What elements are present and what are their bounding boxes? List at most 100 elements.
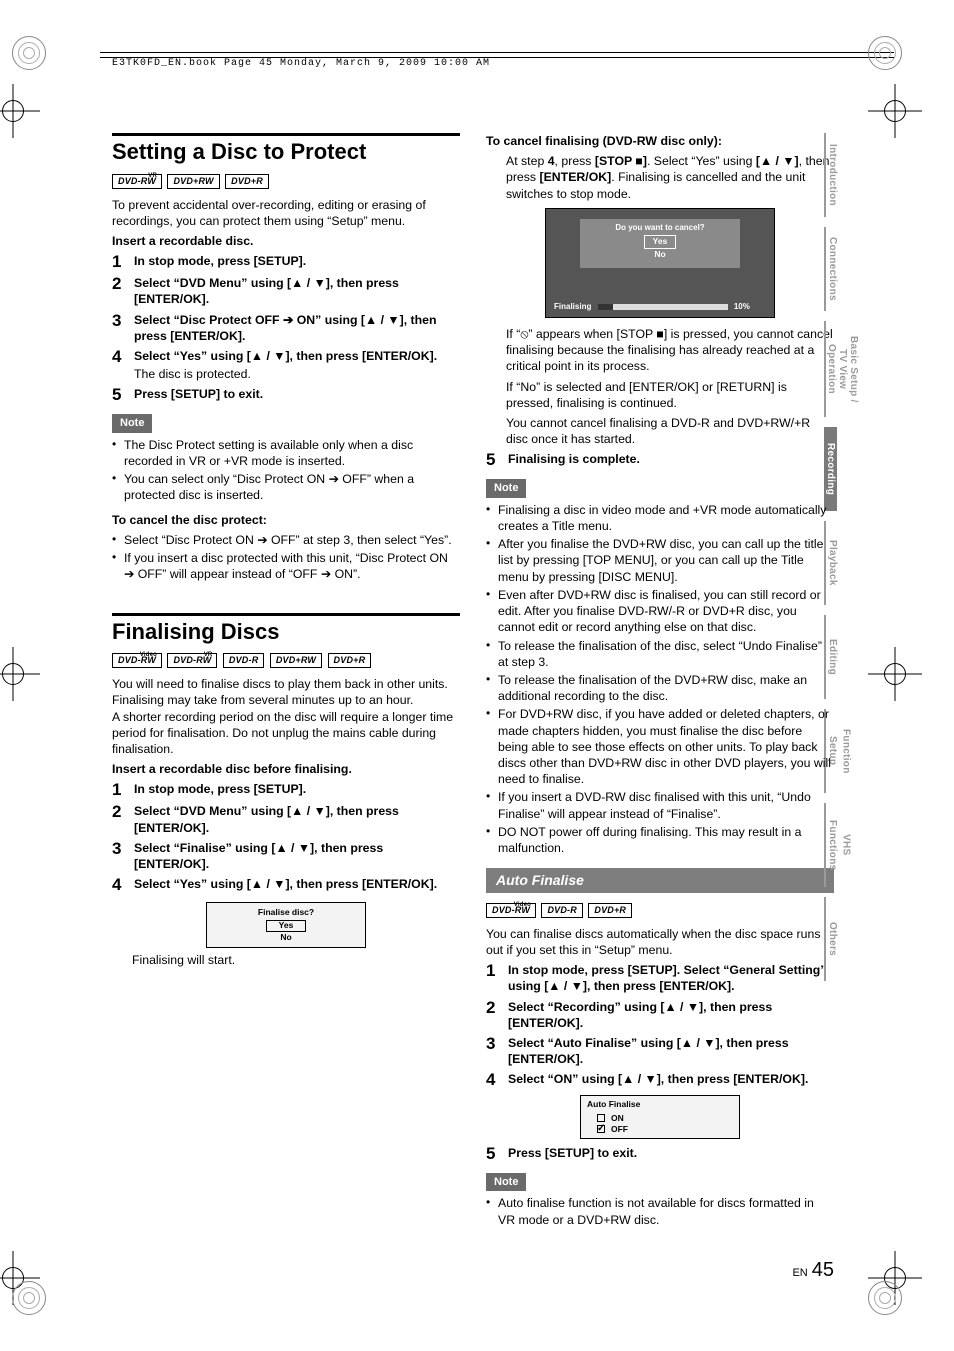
crop-mark-icon xyxy=(0,655,32,693)
disc-tag: DVD-R xyxy=(541,903,583,918)
note-item: The Disc Protect setting is available on… xyxy=(112,437,460,471)
tab-introduction: Introduction xyxy=(824,133,839,217)
cancel-heading: To cancel finalising (DVD-RW disc only): xyxy=(486,133,834,149)
disc-tag: DVD+RW xyxy=(167,174,219,189)
running-header: E3TK0FD_EN.book Page 45 Monday, March 9,… xyxy=(112,57,490,70)
list-item: Select “Disc Protect ON ➔ OFF” at step 3… xyxy=(112,532,460,550)
list-item: If you insert a disc protected with this… xyxy=(112,550,460,584)
section-rule xyxy=(112,613,460,616)
section-rule xyxy=(112,133,460,136)
cancel-heading: To cancel the disc protect: xyxy=(112,512,460,528)
crop-mark-icon xyxy=(876,92,914,130)
osd-option-no: No xyxy=(580,249,740,260)
osd-cancel-dialog: Do you want to cancel? Yes No Finalising… xyxy=(545,208,775,318)
osd-progress-label: Finalising xyxy=(554,302,591,311)
lead-text: Insert a recordable disc. xyxy=(112,233,460,249)
disc-tag: DVD-RWVideo xyxy=(486,903,536,918)
note-list: Finalising a disc in video mode and +VR … xyxy=(486,502,834,859)
tab-others: Others xyxy=(824,897,839,981)
step: 4Select “ON” using [▲ / ▼], then press [… xyxy=(486,1071,834,1089)
note-item: Auto finalise function is not available … xyxy=(486,1195,834,1229)
heading-finalise: Finalising Discs xyxy=(112,620,460,644)
osd-question: Do you want to cancel? xyxy=(580,223,740,234)
note-item: To release the finalisation of the DVD+R… xyxy=(486,672,834,706)
disc-tags: DVD-RWVideo DVD-R DVD+R xyxy=(486,901,834,918)
step: 5Press [SETUP] to exit. xyxy=(112,386,460,404)
note-item: For DVD+RW disc, if you have added or de… xyxy=(486,706,834,789)
step: 3Select “Disc Protect OFF ➔ ON” using [▲… xyxy=(112,312,460,344)
note-badge: Note xyxy=(486,479,526,498)
osd-finalise-dialog: Finalise disc? Yes No xyxy=(206,902,366,948)
cancel-body: At step 4, press [STOP ■]. Select “Yes” … xyxy=(506,153,834,202)
note-item: If you insert a DVD-RW disc finalised wi… xyxy=(486,789,834,823)
osd-progress-pct: 10% xyxy=(734,302,750,311)
intro-text: You can finalise discs automatically whe… xyxy=(486,926,834,958)
osd-option-on: ON xyxy=(611,1113,624,1124)
disc-tags: DVD-RWVR DVD+RW DVD+R xyxy=(112,172,460,189)
tab-connections: Connections xyxy=(824,227,839,311)
step: 4Select “Yes” using [▲ / ▼], then press … xyxy=(112,876,460,894)
osd-option-yes: Yes xyxy=(266,920,307,931)
note-item: DO NOT power off during finalising. This… xyxy=(486,824,834,858)
step: 2Select “Recording” using [▲ / ▼], then … xyxy=(486,999,834,1031)
note-badge: Note xyxy=(112,414,152,433)
swirl-icon xyxy=(12,36,46,70)
osd-title: Finalise disc? xyxy=(207,907,365,918)
step: 1In stop mode, press [SETUP]. Select “Ge… xyxy=(486,962,834,994)
note-item: To release the finalisation of the disc,… xyxy=(486,638,834,672)
note-list: Auto finalise function is not available … xyxy=(486,1195,834,1229)
disc-tag: DVD+R xyxy=(328,653,372,668)
disc-tag: DVD-R xyxy=(223,653,265,668)
para: If “⦸” appears when [STOP ■] is pressed,… xyxy=(506,326,834,375)
left-column: Setting a Disc to Protect DVD-RWVR DVD+R… xyxy=(112,133,460,1236)
osd-auto-finalise: Auto Finalise ON OFF xyxy=(580,1095,740,1139)
step: 3Select “Finalise” using [▲ / ▼], then p… xyxy=(112,840,460,872)
disc-tag: DVD-RWVR xyxy=(167,653,217,668)
checkbox-icon xyxy=(597,1114,605,1122)
swirl-icon xyxy=(12,1281,46,1315)
disc-tag: DVD-RWVR xyxy=(112,174,162,189)
step: 5Finalising is complete. xyxy=(486,451,834,469)
disc-tag: DVD+R xyxy=(225,174,269,189)
page-number: EN45 xyxy=(792,1257,834,1283)
step: 2Select “DVD Menu” using [▲ / ▼], then p… xyxy=(112,803,460,835)
osd-title: Auto Finalise xyxy=(587,1099,733,1110)
para: You cannot cancel finalising a DVD-R and… xyxy=(506,415,834,447)
note-item: Even after DVD+RW disc is finalised, you… xyxy=(486,587,834,638)
swirl-icon xyxy=(868,1281,902,1315)
subheading-auto-finalise: Auto Finalise xyxy=(486,868,834,892)
checkbox-checked-icon xyxy=(597,1125,605,1133)
step: 3Select “Auto Finalise” using [▲ / ▼], t… xyxy=(486,1035,834,1067)
right-column: To cancel finalising (DVD-RW disc only):… xyxy=(486,133,834,1236)
heading-protect: Setting a Disc to Protect xyxy=(112,140,460,164)
disc-tag: DVD+R xyxy=(588,903,632,918)
note-item: After you finalise the DVD+RW disc, you … xyxy=(486,536,834,587)
note-badge: Note xyxy=(486,1173,526,1192)
lead-text: Insert a recordable disc before finalisi… xyxy=(112,761,460,777)
disc-tag: DVD+RW xyxy=(270,653,322,668)
intro-text: To prevent accidental over-recording, ed… xyxy=(112,197,460,229)
osd-caption: Finalising will start. xyxy=(132,952,460,968)
progress-bar-icon xyxy=(598,304,728,310)
crop-mark-icon xyxy=(876,655,914,693)
note-item: Finalising a disc in video mode and +VR … xyxy=(486,502,834,536)
tab-recording: Recording xyxy=(824,427,837,511)
cancel-list: Select “Disc Protect ON ➔ OFF” at step 3… xyxy=(112,532,460,585)
note-item: You can select only “Disc Protect ON ➔ O… xyxy=(112,471,460,505)
disc-tag: DVD-RWVideo xyxy=(112,653,162,668)
disc-tags: DVD-RWVideo DVD-RWVR DVD-R DVD+RW DVD+R xyxy=(112,651,460,668)
osd-option-no: No xyxy=(207,932,365,943)
swirl-icon xyxy=(868,36,902,70)
tab-basic-setup: Basic Setup / TV View Operation xyxy=(824,321,859,417)
osd-option-yes: Yes xyxy=(644,235,677,248)
crop-mark-icon xyxy=(0,92,32,130)
para: If “No” is selected and [ENTER/OK] or [R… xyxy=(506,379,834,411)
step: 1In stop mode, press [SETUP]. xyxy=(112,253,460,271)
step: 4Select “Yes” using [▲ / ▼], then press … xyxy=(112,348,460,382)
note-list: The Disc Protect setting is available on… xyxy=(112,437,460,506)
intro-text: You will need to finalise discs to play … xyxy=(112,676,460,757)
osd-option-off: OFF xyxy=(611,1124,628,1135)
step: 2Select “DVD Menu” using [▲ / ▼], then p… xyxy=(112,275,460,307)
step: 5Press [SETUP] to exit. xyxy=(486,1145,834,1163)
step: 1In stop mode, press [SETUP]. xyxy=(112,781,460,799)
